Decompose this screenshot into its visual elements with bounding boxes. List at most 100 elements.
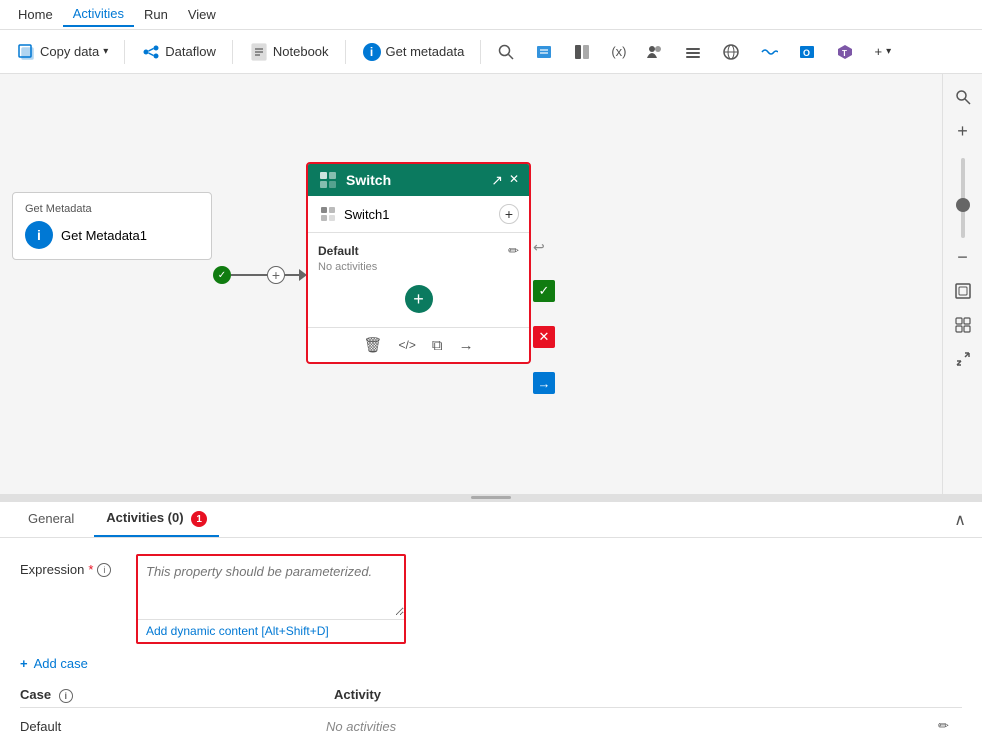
toolbar: Copy data ▾ Dataflow Notebook — [0, 30, 982, 74]
expression-textarea[interactable] — [138, 556, 404, 616]
bottom-panel: General Activities (0) 1 ∧ Expression * … — [0, 500, 982, 748]
zoom-slider[interactable] — [961, 158, 965, 238]
right-panel-fit-button[interactable] — [948, 276, 978, 306]
wave-icon — [760, 43, 778, 61]
bottom-tabs: General Activities (0) 1 ∧ — [0, 502, 982, 538]
copy-data-button[interactable]: Copy data ▾ — [8, 38, 116, 66]
tab-activities-label: Activities (0) — [106, 510, 183, 525]
switch-add-case-button[interactable]: + — [499, 204, 519, 224]
table-data-row: Default No activities ✏ — [20, 712, 962, 740]
case-header-info-icon[interactable]: i — [59, 689, 73, 703]
add-more-label: + — [874, 44, 882, 59]
zoom-thumb[interactable] — [956, 198, 970, 212]
toolbar-divider-3 — [345, 40, 346, 64]
variable-toolbar-button[interactable]: (x) — [603, 40, 634, 63]
switch-delete-button[interactable]: 🗑 — [363, 336, 382, 354]
panel-collapse-button[interactable]: ∧ — [954, 510, 966, 530]
wave-toolbar-button[interactable] — [752, 39, 786, 65]
tab-activities[interactable]: Activities (0) 1 — [94, 502, 219, 538]
get-metadata-box[interactable]: Get Metadata i Get Metadata1 — [12, 192, 212, 260]
default-activity-cell: No activities — [326, 719, 938, 734]
side-arrow-button[interactable]: → — [533, 372, 555, 394]
toolbar-divider-2 — [232, 40, 233, 64]
side-x-indicator: ✕ — [533, 326, 555, 348]
add-activity-button[interactable]: + — [405, 285, 433, 313]
switch-copy-button[interactable]: ⧉ — [432, 337, 443, 354]
switch-name-row: Switch1 + — [308, 196, 529, 233]
menu-home[interactable]: Home — [8, 3, 63, 26]
switch-header-right: ↗ ✕ — [491, 172, 519, 189]
activity-column-header: Activity — [334, 687, 962, 703]
zoom-control — [961, 158, 965, 238]
notebook-button[interactable]: Notebook — [241, 38, 337, 66]
side-check-button[interactable]: ✓ — [533, 280, 555, 302]
settings-icon — [684, 43, 702, 61]
collapse-arrows-icon — [955, 351, 971, 367]
default-edit-button[interactable]: ✏ — [508, 243, 519, 259]
get-metadata-toolbar-icon: i — [362, 42, 382, 62]
switch-expand-button[interactable]: ↗ — [491, 172, 503, 189]
expression-info-icon[interactable]: i — [97, 563, 111, 577]
grid-icon — [573, 43, 591, 61]
add-more-chevron: ▾ — [886, 46, 891, 57]
bottom-content: Expression * i Add dynamic content [Alt+… — [0, 538, 982, 756]
menu-bar: Home Activities Run View — [0, 0, 982, 30]
resize-handle-bar — [471, 496, 511, 499]
outlook-icon: O — [798, 43, 816, 61]
case-column-header: Case i — [20, 687, 334, 703]
people-toolbar-button[interactable] — [638, 39, 672, 65]
expression-input-wrapper: Add dynamic content [Alt+Shift+D] — [136, 554, 406, 644]
canvas-area: Get Metadata i Get Metadata1 ✓ + — [0, 74, 982, 494]
people-icon — [646, 43, 664, 61]
tab-activities-badge: 1 — [191, 511, 207, 527]
side-x-button[interactable]: ✕ — [533, 326, 555, 348]
expression-label: Expression * i — [20, 554, 120, 577]
list-toolbar-button[interactable] — [527, 39, 561, 65]
right-panel-minus-button[interactable]: − — [948, 242, 978, 272]
search-toolbar-button[interactable] — [489, 39, 523, 65]
canvas[interactable]: Get Metadata i Get Metadata1 ✓ + — [0, 74, 982, 494]
grid-toolbar-button[interactable] — [565, 39, 599, 65]
top-expand-button[interactable]: ↩ — [533, 239, 545, 256]
switch-forward-button[interactable]: → — [459, 337, 474, 354]
add-case-label: Add case — [34, 656, 88, 671]
switch-close-button[interactable]: ✕ — [509, 172, 519, 189]
get-metadata-info-icon: i — [25, 221, 53, 249]
add-more-button[interactable]: + ▾ — [866, 40, 899, 63]
menu-view[interactable]: View — [178, 3, 226, 26]
menu-run[interactable]: Run — [134, 3, 178, 26]
get-metadata-box-name: Get Metadata1 — [61, 228, 147, 243]
menu-activities[interactable]: Activities — [63, 2, 134, 27]
right-panel-collapse-button[interactable] — [948, 344, 978, 374]
switch-header: Switch ↗ ✕ — [308, 164, 529, 196]
switch-box[interactable]: Switch ↗ ✕ — [306, 162, 531, 364]
right-panel: + − — [942, 74, 982, 494]
dataflow-button[interactable]: Dataflow — [133, 38, 224, 66]
table-header-row: Case i Activity — [20, 683, 962, 708]
add-case-row[interactable]: + Add case — [20, 656, 962, 671]
globe-toolbar-button[interactable] — [714, 39, 748, 65]
connection-check-icon: ✓ — [213, 266, 231, 284]
right-panel-grid-button[interactable] — [948, 310, 978, 340]
expression-label-text: Expression — [20, 562, 84, 577]
right-panel-search-button[interactable] — [948, 82, 978, 112]
switch-code-button[interactable]: </> — [398, 338, 415, 352]
required-star: * — [88, 562, 93, 577]
get-metadata-toolbar-button[interactable]: i Get metadata — [354, 38, 473, 66]
tab-general[interactable]: General — [16, 503, 86, 536]
svg-text:T: T — [842, 49, 847, 58]
settings-toolbar-button[interactable] — [676, 39, 710, 65]
variable-icon: (x) — [611, 44, 626, 59]
switch-bottom-toolbar: 🗑 </> ⧉ → — [308, 327, 529, 362]
outlook-toolbar-button[interactable]: O — [790, 39, 824, 65]
copy-data-chevron[interactable]: ▾ — [103, 46, 108, 57]
grid-layout-icon — [955, 317, 971, 333]
default-row-edit-button[interactable]: ✏ — [938, 718, 962, 734]
dynamic-content-link[interactable]: Add dynamic content [Alt+Shift+D] — [138, 619, 404, 642]
add-case-plus-icon: + — [20, 656, 28, 671]
teams-toolbar-button[interactable]: T — [828, 39, 862, 65]
notebook-icon — [249, 42, 269, 62]
right-panel-plus-button[interactable]: + — [948, 116, 978, 146]
copy-data-label: Copy data — [40, 44, 99, 59]
connector-plus-button[interactable]: + — [267, 266, 285, 284]
